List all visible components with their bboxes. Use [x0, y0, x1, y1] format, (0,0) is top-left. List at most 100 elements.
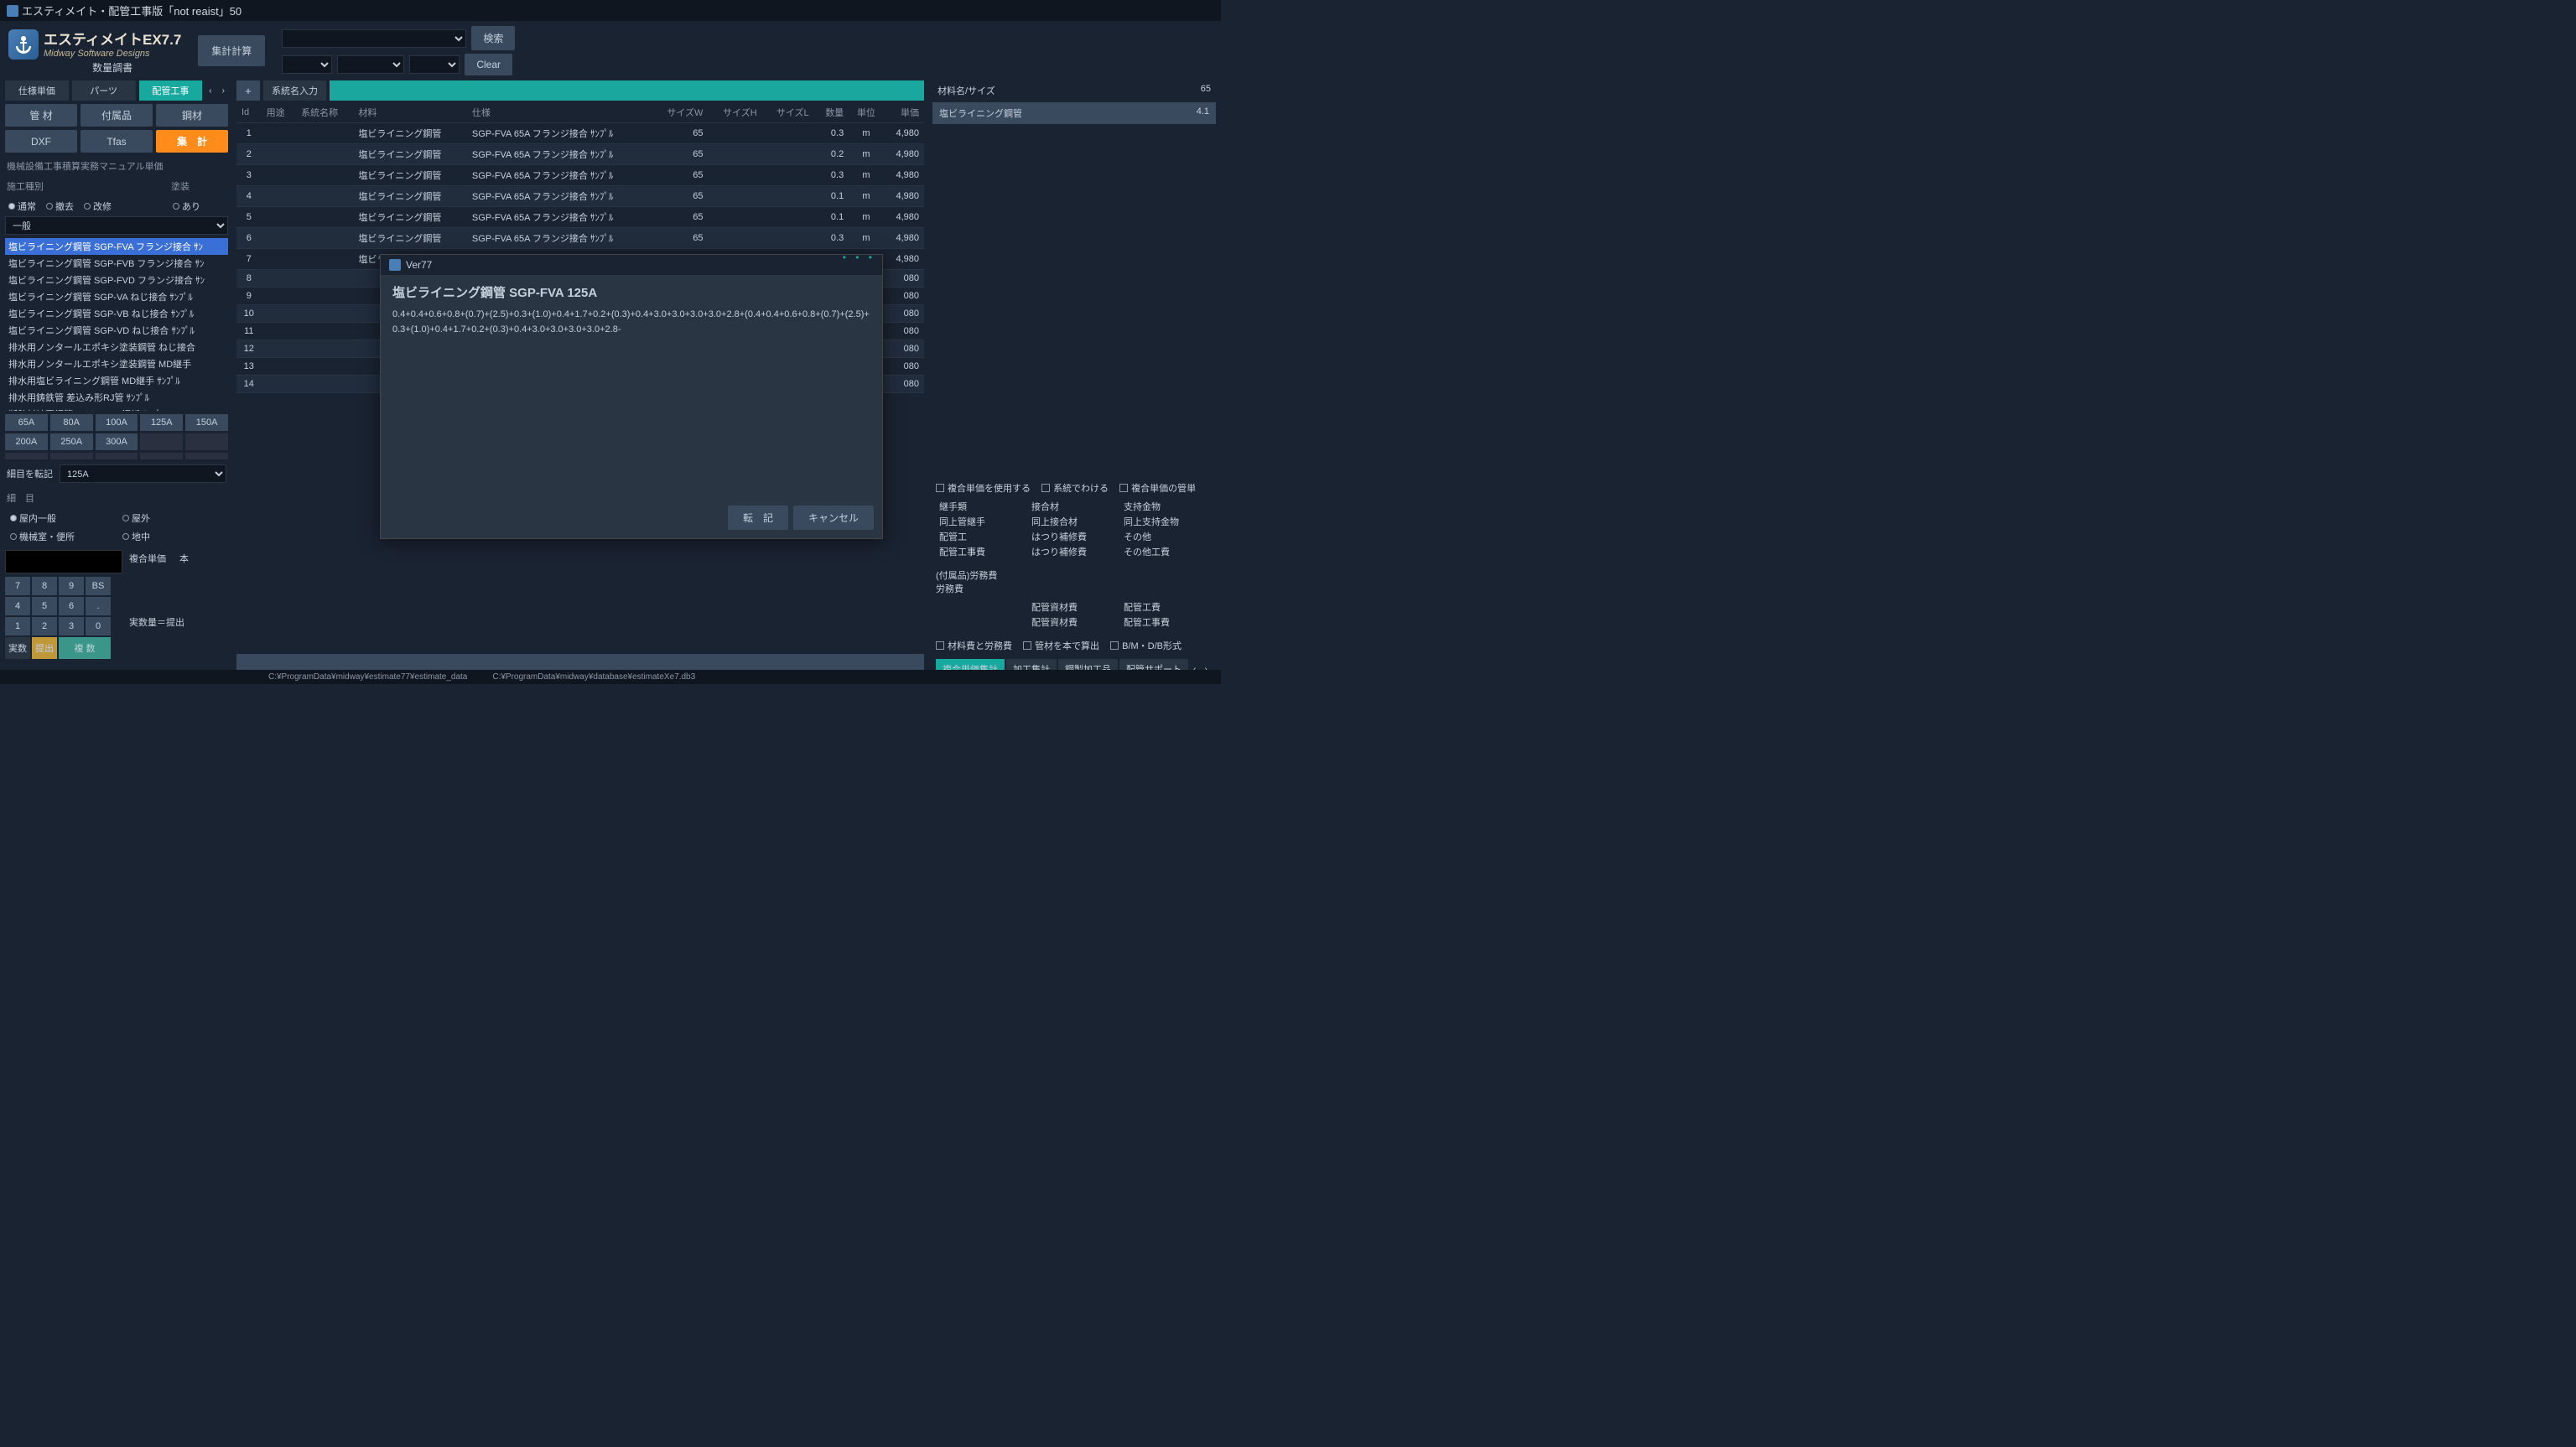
size-button[interactable]	[185, 453, 228, 459]
col-spec[interactable]: 仕様	[467, 102, 652, 123]
chk-mat-labor[interactable]: 材料費と労務費	[936, 639, 1012, 652]
material-item[interactable]: 排水用ノンタールエポキシ塗装鋼管 ねじ接合	[5, 339, 228, 355]
keypad-key[interactable]: 0	[86, 617, 111, 635]
loc-outdoor[interactable]: 屋外	[119, 510, 226, 526]
material-item[interactable]: 塩ビライニング鋼管 SGP-FVD フランジ接合 ｻﾝ	[5, 272, 228, 288]
keypad-key[interactable]: 4	[5, 597, 30, 615]
size-button[interactable]	[96, 453, 138, 459]
add-row-button[interactable]: +	[236, 80, 260, 101]
loc-underground[interactable]: 地中	[119, 528, 226, 545]
size-button[interactable]	[140, 433, 183, 450]
keypad-key[interactable]: BS	[86, 577, 111, 595]
size-button[interactable]: 100A	[96, 414, 138, 431]
steel-button[interactable]: 鋼材	[156, 104, 228, 127]
tab-spec-price[interactable]: 仕様単価	[5, 80, 69, 101]
tfas-button[interactable]: Tfas	[80, 130, 153, 153]
aggregate-button[interactable]: 集計計算	[198, 35, 265, 66]
search-select-1[interactable]	[282, 29, 466, 48]
tab-parts[interactable]: パーツ	[72, 80, 136, 101]
clear-button[interactable]: Clear	[465, 54, 512, 75]
material-item[interactable]: 排水用塩ビライニング鋼管 MD継手 ｻﾝﾌﾟﾙ	[5, 372, 228, 389]
keypad-key[interactable]: 1	[5, 617, 30, 635]
radio-normal[interactable]: 通常	[5, 198, 39, 215]
pipe-button[interactable]: 管 材	[5, 104, 77, 127]
loc-indoor[interactable]: 屋内一般	[7, 510, 114, 526]
loc-machine[interactable]: 機械室・便所	[7, 528, 114, 545]
tab-prev-icon[interactable]: ‹	[205, 85, 215, 97]
size-button[interactable]: 250A	[50, 433, 93, 450]
key-multi[interactable]: 複 数	[59, 637, 111, 659]
col-use[interactable]: 用途	[262, 102, 297, 123]
col-w[interactable]: サイズW	[652, 102, 708, 123]
table-row[interactable]: 6塩ビライニング鋼管SGP-FVA 65A フランジ接合 ｻﾝﾌﾟﾙ650.3m…	[236, 228, 924, 249]
search-button[interactable]: 検索	[471, 26, 515, 50]
dialog-menu-icon[interactable]: • • •	[843, 252, 875, 263]
tab-next-icon[interactable]: ›	[219, 85, 228, 97]
material-item[interactable]: 塩ビライニング鋼管 SGP-FVA フランジ接合 ｻﾝ	[5, 238, 228, 255]
chk-split-system[interactable]: 系統でわける	[1041, 481, 1109, 495]
col-price[interactable]: 単価	[884, 102, 924, 123]
system-name-input[interactable]	[330, 80, 924, 101]
material-item[interactable]: 排水用ノンタールエポキシ塗装鋼管 MD継手	[5, 355, 228, 372]
keypad-key[interactable]: 8	[32, 577, 57, 595]
keypad-key[interactable]: 7	[5, 577, 30, 595]
size-button[interactable]: 200A	[5, 433, 48, 450]
filter-3[interactable]	[409, 55, 460, 74]
table-row[interactable]: 5塩ビライニング鋼管SGP-FVA 65A フランジ接合 ｻﾝﾌﾟﾙ650.1m…	[236, 207, 924, 228]
transfer-button[interactable]: 転 記	[728, 506, 788, 530]
table-row[interactable]: 1塩ビライニング鋼管SGP-FVA 65A フランジ接合 ｻﾝﾌﾟﾙ650.3m…	[236, 123, 924, 144]
radio-remove[interactable]: 撤去	[43, 198, 77, 215]
material-item[interactable]: 排水用鋳鉄管 差込み形RJ管 ｻﾝﾌﾟﾙ	[5, 389, 228, 406]
material-item[interactable]: 断熱材被覆鋼管 ステンレス鋼板 ｻﾝﾌﾟﾙ	[5, 406, 228, 411]
keypad-key[interactable]: 5	[32, 597, 57, 615]
dxf-button[interactable]: DXF	[5, 130, 77, 153]
size-button[interactable]	[5, 453, 48, 459]
col-l[interactable]: サイズL	[762, 102, 814, 123]
material-item[interactable]: 塩ビライニング鋼管 SGP-FVB フランジ接合 ｻﾝ	[5, 255, 228, 272]
keypad-key[interactable]: .	[86, 597, 111, 615]
col-id[interactable]: Id	[236, 102, 262, 123]
detail-size-select[interactable]: 125A	[60, 464, 226, 483]
material-item[interactable]: 塩ビライニング鋼管 SGP-VD ねじ接合 ｻﾝﾌﾟﾙ	[5, 322, 228, 339]
col-h[interactable]: サイズH	[708, 102, 761, 123]
size-button[interactable]: 300A	[96, 433, 138, 450]
size-button[interactable]	[50, 453, 93, 459]
table-row[interactable]: 4塩ビライニング鋼管SGP-FVA 65A フランジ接合 ｻﾝﾌﾟﾙ650.1m…	[236, 186, 924, 207]
col-unit[interactable]: 単位	[849, 102, 884, 123]
chk-pipe-hon[interactable]: 管材を本で算出	[1023, 639, 1099, 652]
dialog-formula[interactable]: 0.4+0.4+0.6+0.8+(0.7)+(2.5)+0.3+(1.0)+0.…	[392, 308, 870, 337]
cancel-button[interactable]: キャンセル	[793, 506, 874, 530]
size-button[interactable]	[185, 433, 228, 450]
col-sys[interactable]: 系統名称	[296, 102, 353, 123]
size-button[interactable]: 150A	[185, 414, 228, 431]
table-row[interactable]: 2塩ビライニング鋼管SGP-FVA 65A フランジ接合 ｻﾝﾌﾟﾙ650.2m…	[236, 144, 924, 165]
chk-use-composite[interactable]: 複合単価を使用する	[936, 481, 1031, 495]
size-button[interactable]	[140, 453, 183, 459]
key-submit[interactable]: 提出	[32, 637, 57, 659]
filter-2[interactable]	[337, 55, 404, 74]
radio-repair[interactable]: 改修	[80, 198, 115, 215]
sum-button[interactable]: 集 計	[156, 130, 228, 153]
material-item[interactable]: 塩ビライニング鋼管 SGP-VA ねじ接合 ｻﾝﾌﾟﾙ	[5, 288, 228, 305]
col-qty[interactable]: 数量	[814, 102, 849, 123]
filter-1[interactable]	[282, 55, 332, 74]
chk-composite-pipe[interactable]: 複合単価の管単	[1119, 481, 1196, 495]
radio-paint-yes[interactable]: あり	[169, 198, 204, 215]
keypad-key[interactable]: 2	[32, 617, 57, 635]
tab-piping[interactable]: 配管工事	[139, 80, 203, 101]
material-item[interactable]: 塩ビライニング鋼管 SGP-VB ねじ接合 ｻﾝﾌﾟﾙ	[5, 305, 228, 322]
accessory-button[interactable]: 付属品	[80, 104, 153, 127]
dialog-titlebar[interactable]: Ver77	[381, 255, 882, 275]
col-mat[interactable]: 材料	[353, 102, 466, 123]
right-material-item[interactable]: 塩ビライニング鋼管 4.1	[932, 102, 1216, 124]
size-button[interactable]: 65A	[5, 414, 48, 431]
table-row[interactable]: 3塩ビライニング鋼管SGP-FVA 65A フランジ接合 ｻﾝﾌﾟﾙ650.3m…	[236, 165, 924, 186]
keypad-key[interactable]: 3	[59, 617, 84, 635]
size-button[interactable]: 80A	[50, 414, 93, 431]
key-real[interactable]: 実数	[5, 637, 30, 659]
category-select[interactable]: 一般	[5, 216, 228, 235]
size-button[interactable]: 125A	[140, 414, 183, 431]
material-list[interactable]: 塩ビライニング鋼管 SGP-FVA フランジ接合 ｻﾝ塩ビライニング鋼管 SGP…	[5, 238, 228, 411]
keypad-key[interactable]: 9	[59, 577, 84, 595]
chk-bm-db[interactable]: B/M・D/B形式	[1110, 639, 1182, 652]
